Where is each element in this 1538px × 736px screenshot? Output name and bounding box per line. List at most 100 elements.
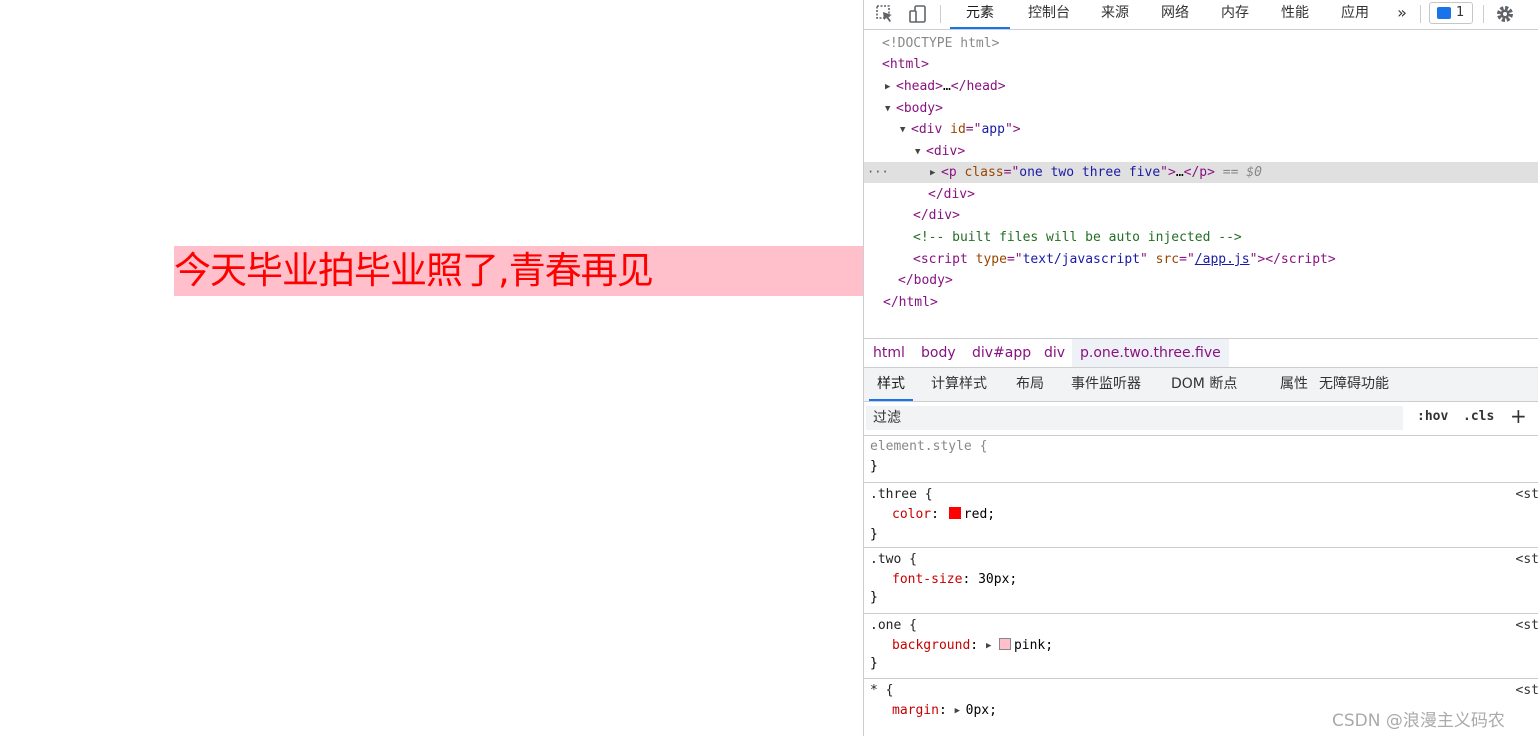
tab-properties[interactable]: 属性 (1280, 368, 1308, 401)
rule-element-style[interactable]: element.style { } (864, 436, 1538, 483)
color-swatch[interactable] (948, 507, 961, 519)
breadcrumb-html[interactable]: html (873, 339, 905, 367)
script-src-link[interactable]: /app.js (1195, 252, 1250, 267)
breadcrumb-div[interactable]: div (1044, 339, 1065, 367)
device-toolbar-icon[interactable] (907, 3, 929, 25)
tab-sources[interactable]: 来源 (1092, 0, 1138, 29)
new-rule-icon[interactable]: + (1510, 404, 1527, 428)
filter-input[interactable] (866, 406, 1403, 430)
cls-toggle[interactable]: .cls (1463, 409, 1494, 424)
rule-source-link[interactable]: <st (1516, 552, 1538, 567)
attr-name: type (975, 252, 1007, 267)
css-property[interactable]: margin (892, 703, 939, 718)
rule-three[interactable]: .three { <st color: red; } (864, 483, 1538, 548)
tab-computed[interactable]: 计算样式 (931, 368, 987, 401)
toolbar-separator (1420, 5, 1421, 23)
tab-layout[interactable]: 布局 (1016, 368, 1044, 401)
dom-line-body-close[interactable]: </body> (864, 270, 1538, 291)
rule-close-brace: } (870, 590, 878, 605)
css-property[interactable]: font-size (892, 572, 962, 587)
tab-memory[interactable]: 内存 (1212, 0, 1258, 29)
expand-triangle-icon[interactable]: ▶ (930, 163, 941, 184)
breadcrumb-body[interactable]: body (921, 339, 956, 367)
css-property[interactable]: background (892, 638, 970, 653)
attr-value: one two three five (1019, 165, 1161, 180)
gear-icon[interactable] (1494, 3, 1516, 25)
p-tag: p (948, 165, 957, 180)
paragraph-one-two-three-five: 今天毕业拍毕业照了,青春再见 (174, 246, 863, 296)
collapse-triangle-icon[interactable]: ▼ (900, 120, 911, 141)
tab-elements[interactable]: 元素 (950, 0, 1010, 29)
more-actions-icon[interactable]: ··· (867, 162, 889, 183)
hov-toggle[interactable]: :hov (1417, 409, 1448, 424)
div-close-tag: /div (920, 208, 953, 223)
dom-line-div-close[interactable]: </div> (864, 205, 1538, 226)
expand-triangle-icon[interactable]: ▶ (986, 636, 997, 656)
dom-line-html-close[interactable]: </html> (864, 292, 1538, 313)
dom-line-html[interactable]: <html> (864, 54, 1538, 75)
rule-source-link[interactable]: <st (1516, 683, 1538, 698)
collapse-triangle-icon[interactable]: ▼ (885, 99, 896, 120)
toolbar-separator (940, 5, 941, 23)
body-tag: body (903, 101, 936, 116)
collapse-triangle-icon[interactable]: ▼ (915, 142, 926, 163)
toolbar-separator (1483, 5, 1484, 23)
dom-line-comment[interactable]: <!-- built files will be auto injected -… (864, 227, 1538, 248)
tab-dom-breakpoints[interactable]: DOM 断点 (1171, 368, 1237, 401)
rule-source-link[interactable]: <st (1516, 487, 1538, 502)
dom-line-div-close[interactable]: </div> (864, 184, 1538, 205)
dom-line-body[interactable]: ▼ <body> (864, 98, 1538, 119)
devtools-panel: 元素 控制台 来源 网络 内存 性能 应用 » 1 <!DOCTYPE html… (863, 0, 1538, 736)
rule-close-brace: } (870, 656, 878, 671)
rule-selector: * { (870, 683, 894, 698)
styles-filter-bar: :hov .cls + (864, 402, 1538, 436)
html-comment: <!-- built files will be auto injected -… (913, 230, 1242, 245)
devtools-toolbar: 元素 控制台 来源 网络 内存 性能 应用 » 1 (864, 0, 1538, 30)
dom-line-p-selected[interactable]: ··· ▶ <p class="one two three five">…</p>… (864, 162, 1538, 183)
dom-tree[interactable]: <!DOCTYPE html> <html> ▶ <head>…</head> ▼… (864, 30, 1538, 338)
issues-badge[interactable]: 1 (1429, 2, 1473, 24)
dom-line-head[interactable]: ▶ <head>…</head> (864, 76, 1538, 97)
doctype-text: <!DOCTYPE html> (882, 36, 1000, 51)
html-close-tag: /html (890, 295, 930, 310)
head-close-tag: /head (958, 79, 998, 94)
css-value[interactable]: red; (964, 507, 995, 522)
rule-source-link[interactable]: <st (1516, 618, 1538, 633)
expand-triangle-icon[interactable]: ▶ (885, 77, 896, 98)
color-swatch[interactable] (998, 638, 1011, 650)
dom-line-div[interactable]: ▼ <div> (864, 141, 1538, 162)
dom-line-div-app[interactable]: ▼ <div id="app"> (864, 119, 1538, 140)
p-close-tag: /p (1191, 165, 1208, 180)
issues-count: 1 (1456, 5, 1465, 20)
css-value[interactable]: 30px; (978, 572, 1017, 587)
css-property[interactable]: color (892, 507, 931, 522)
body-close-tag: /body (905, 273, 945, 288)
tab-accessibility[interactable]: 无障碍功能 (1319, 368, 1389, 401)
script-tag: script (920, 252, 968, 267)
attr-name: class (964, 165, 1004, 180)
rule-selector: .two { (870, 552, 917, 567)
tab-application[interactable]: 应用 (1332, 0, 1378, 29)
tab-network[interactable]: 网络 (1152, 0, 1198, 29)
tab-styles[interactable]: 样式 (869, 368, 913, 401)
css-value[interactable]: 0px; (966, 703, 997, 718)
rule-selector: .three { (870, 487, 933, 502)
tab-performance[interactable]: 性能 (1272, 0, 1318, 29)
div-tag: div (918, 122, 943, 137)
breadcrumb: html body div#app div p.one.two.three.fi… (864, 338, 1538, 368)
rule-two[interactable]: .two { <st font-size: 30px; } (864, 548, 1538, 614)
breadcrumb-p[interactable]: p.one.two.three.five (1072, 339, 1229, 367)
csdn-watermark: CSDN @浪漫主义码农 (1332, 711, 1505, 731)
styles-subtabs: 样式 计算样式 布局 事件监听器 DOM 断点 属性 无障碍功能 (864, 368, 1538, 402)
dom-line-doctype[interactable]: <!DOCTYPE html> (864, 33, 1538, 54)
expand-triangle-icon[interactable]: ▶ (955, 701, 966, 721)
inspect-icon[interactable] (874, 3, 896, 25)
tab-event-listeners[interactable]: 事件监听器 (1071, 368, 1141, 401)
tab-console[interactable]: 控制台 (1020, 0, 1078, 29)
more-tabs-icon[interactable]: » (1390, 0, 1414, 29)
head-tag: head (903, 79, 936, 94)
css-value[interactable]: pink; (1014, 638, 1053, 653)
dom-line-script[interactable]: <script type="text/javascript" src="/app… (864, 249, 1538, 270)
rule-one[interactable]: .one { <st background: ▶ pink; } (864, 614, 1538, 679)
breadcrumb-div-app[interactable]: div#app (972, 339, 1031, 367)
